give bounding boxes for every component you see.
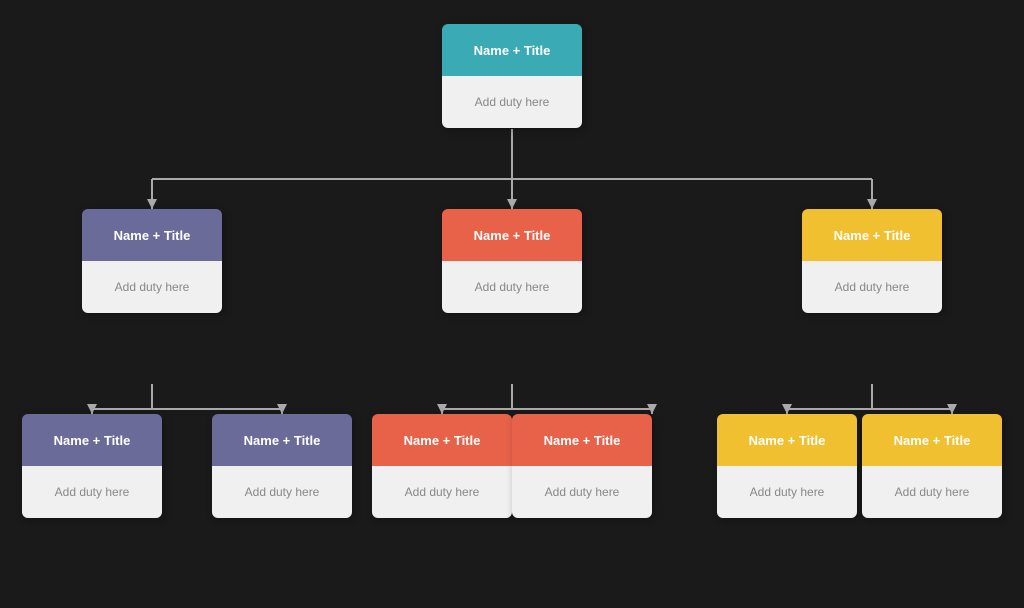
node-root[interactable]: Name + Title Add duty here: [442, 24, 582, 128]
node-lr-header: Name + Title: [212, 414, 352, 466]
node-cl-body: Add duty here: [372, 466, 512, 518]
node-ll-header: Name + Title: [22, 414, 162, 466]
node-right-header: Name + Title: [802, 209, 942, 261]
node-ll-body: Add duty here: [22, 466, 162, 518]
node-rr-body: Add duty here: [862, 466, 1002, 518]
node-rl-body: Add duty here: [717, 466, 857, 518]
node-center-right[interactable]: Name + Title Add duty here: [512, 414, 652, 518]
node-left-header: Name + Title: [82, 209, 222, 261]
node-cl-header: Name + Title: [372, 414, 512, 466]
node-center-left[interactable]: Name + Title Add duty here: [372, 414, 512, 518]
node-rr-header: Name + Title: [862, 414, 1002, 466]
org-chart: Name + Title Add duty here Name + Title …: [12, 14, 1012, 594]
node-cr-header: Name + Title: [512, 414, 652, 466]
node-center-header: Name + Title: [442, 209, 582, 261]
node-right-body: Add duty here: [802, 261, 942, 313]
node-lr-body: Add duty here: [212, 466, 352, 518]
node-cr-body: Add duty here: [512, 466, 652, 518]
node-left[interactable]: Name + Title Add duty here: [82, 209, 222, 313]
node-left-body: Add duty here: [82, 261, 222, 313]
node-root-body: Add duty here: [442, 76, 582, 128]
node-root-header: Name + Title: [442, 24, 582, 76]
node-right[interactable]: Name + Title Add duty here: [802, 209, 942, 313]
node-rl-header: Name + Title: [717, 414, 857, 466]
node-center-body: Add duty here: [442, 261, 582, 313]
node-center[interactable]: Name + Title Add duty here: [442, 209, 582, 313]
node-right-left[interactable]: Name + Title Add duty here: [717, 414, 857, 518]
node-left-right[interactable]: Name + Title Add duty here: [212, 414, 352, 518]
node-right-right[interactable]: Name + Title Add duty here: [862, 414, 1002, 518]
node-left-left[interactable]: Name + Title Add duty here: [22, 414, 162, 518]
